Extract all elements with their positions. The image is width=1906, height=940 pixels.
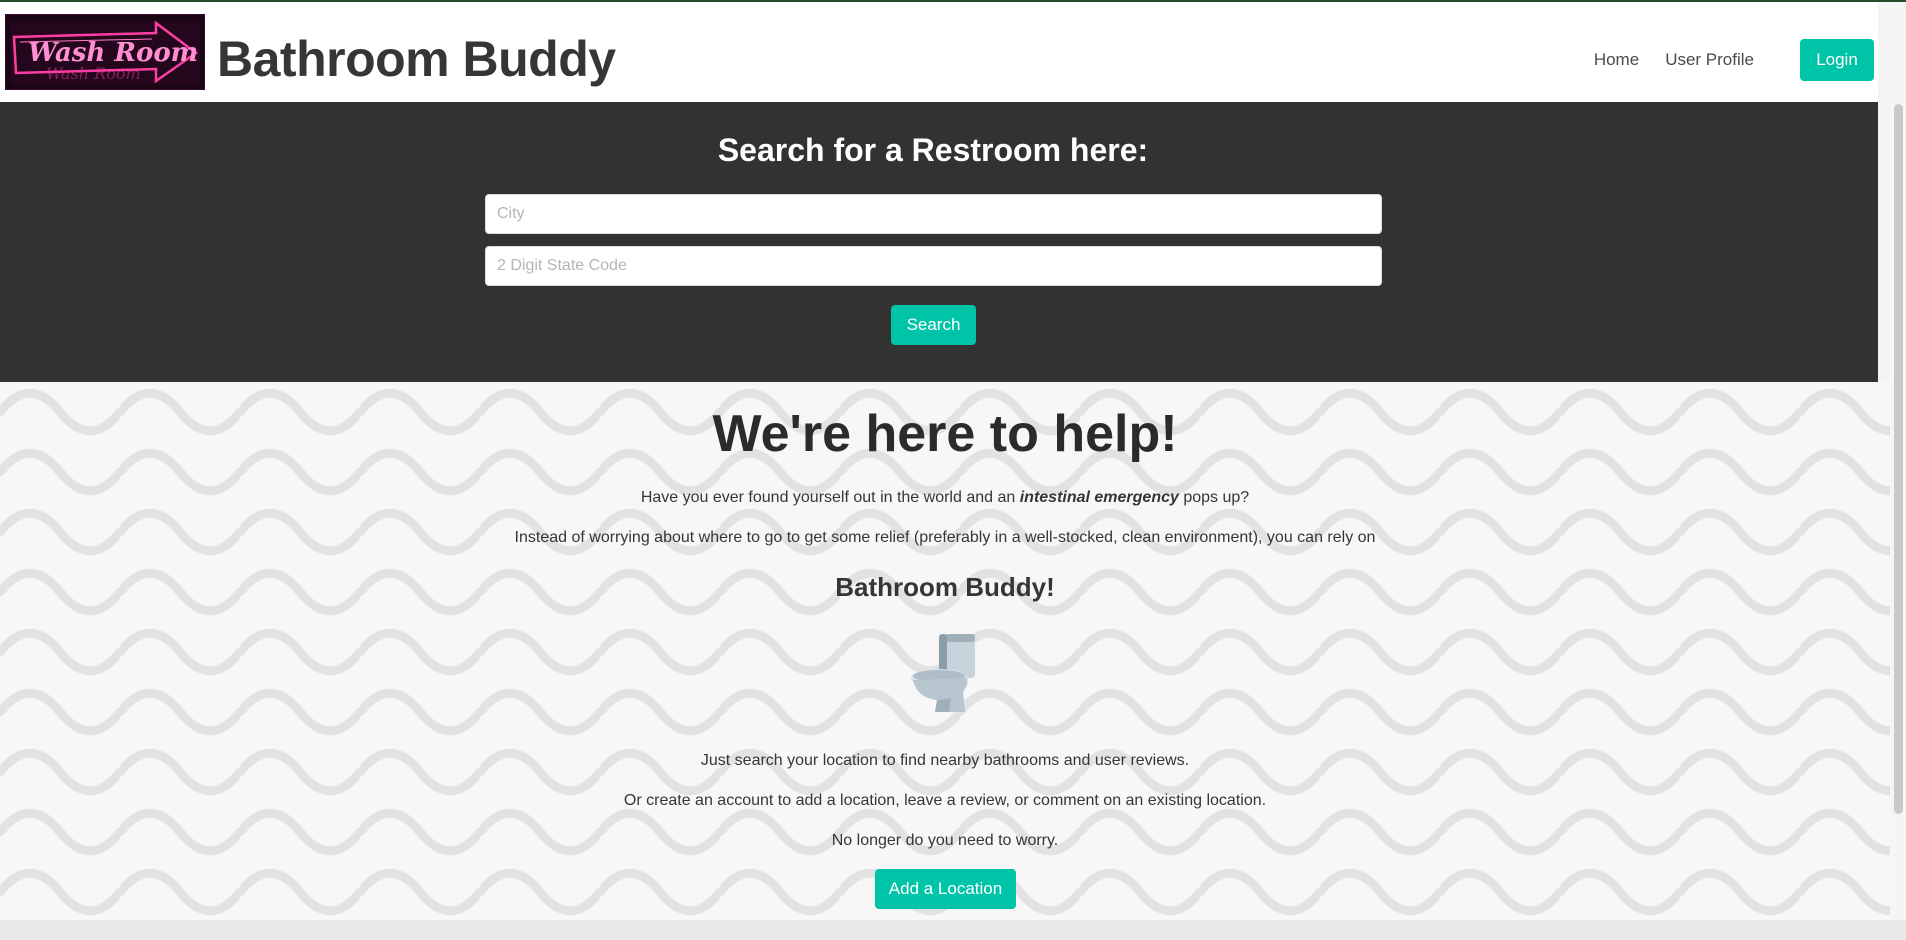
- intro-line-1: Have you ever found yourself out in the …: [640, 489, 1250, 506]
- intro-line-5: No longer do you need to worry.: [831, 832, 1059, 849]
- svg-text:Wash Room: Wash Room: [46, 64, 141, 83]
- intro-section: We're here to help! Have you ever found …: [0, 382, 1890, 920]
- navbar: Wash Room Wash Room Bathroom Buddy Home …: [0, 2, 1878, 102]
- nav-user-profile[interactable]: User Profile: [1665, 50, 1754, 70]
- brand-title[interactable]: Bathroom Buddy: [217, 30, 616, 88]
- search-button[interactable]: Search: [891, 305, 976, 345]
- city-input[interactable]: [485, 194, 1382, 234]
- page-bottom: [0, 920, 1906, 940]
- emphasis-text: intestinal emergency: [1019, 489, 1179, 506]
- brand-callout: Bathroom Buddy!: [835, 572, 1055, 602]
- state-code-input[interactable]: [485, 246, 1382, 286]
- intro-line-2: Instead of worrying about where to go to…: [514, 529, 1376, 546]
- toilet-icon: [909, 632, 981, 714]
- nav-links: Home User Profile: [1594, 39, 1780, 70]
- nav-home[interactable]: Home: [1594, 50, 1639, 70]
- washroom-logo[interactable]: Wash Room Wash Room: [5, 14, 205, 90]
- help-heading: We're here to help!: [712, 405, 1178, 463]
- search-title: Search for a Restroom here:: [717, 132, 1149, 168]
- login-button[interactable]: Login: [1800, 39, 1874, 81]
- intro-line-3: Just search your location to find nearby…: [700, 752, 1190, 769]
- scrollbar-thumb[interactable]: [1894, 104, 1903, 814]
- add-location-button[interactable]: Add a Location: [875, 869, 1016, 909]
- search-section: Search for a Restroom here: Search: [0, 102, 1878, 382]
- intro-line-4: Or create an account to add a location, …: [623, 792, 1267, 809]
